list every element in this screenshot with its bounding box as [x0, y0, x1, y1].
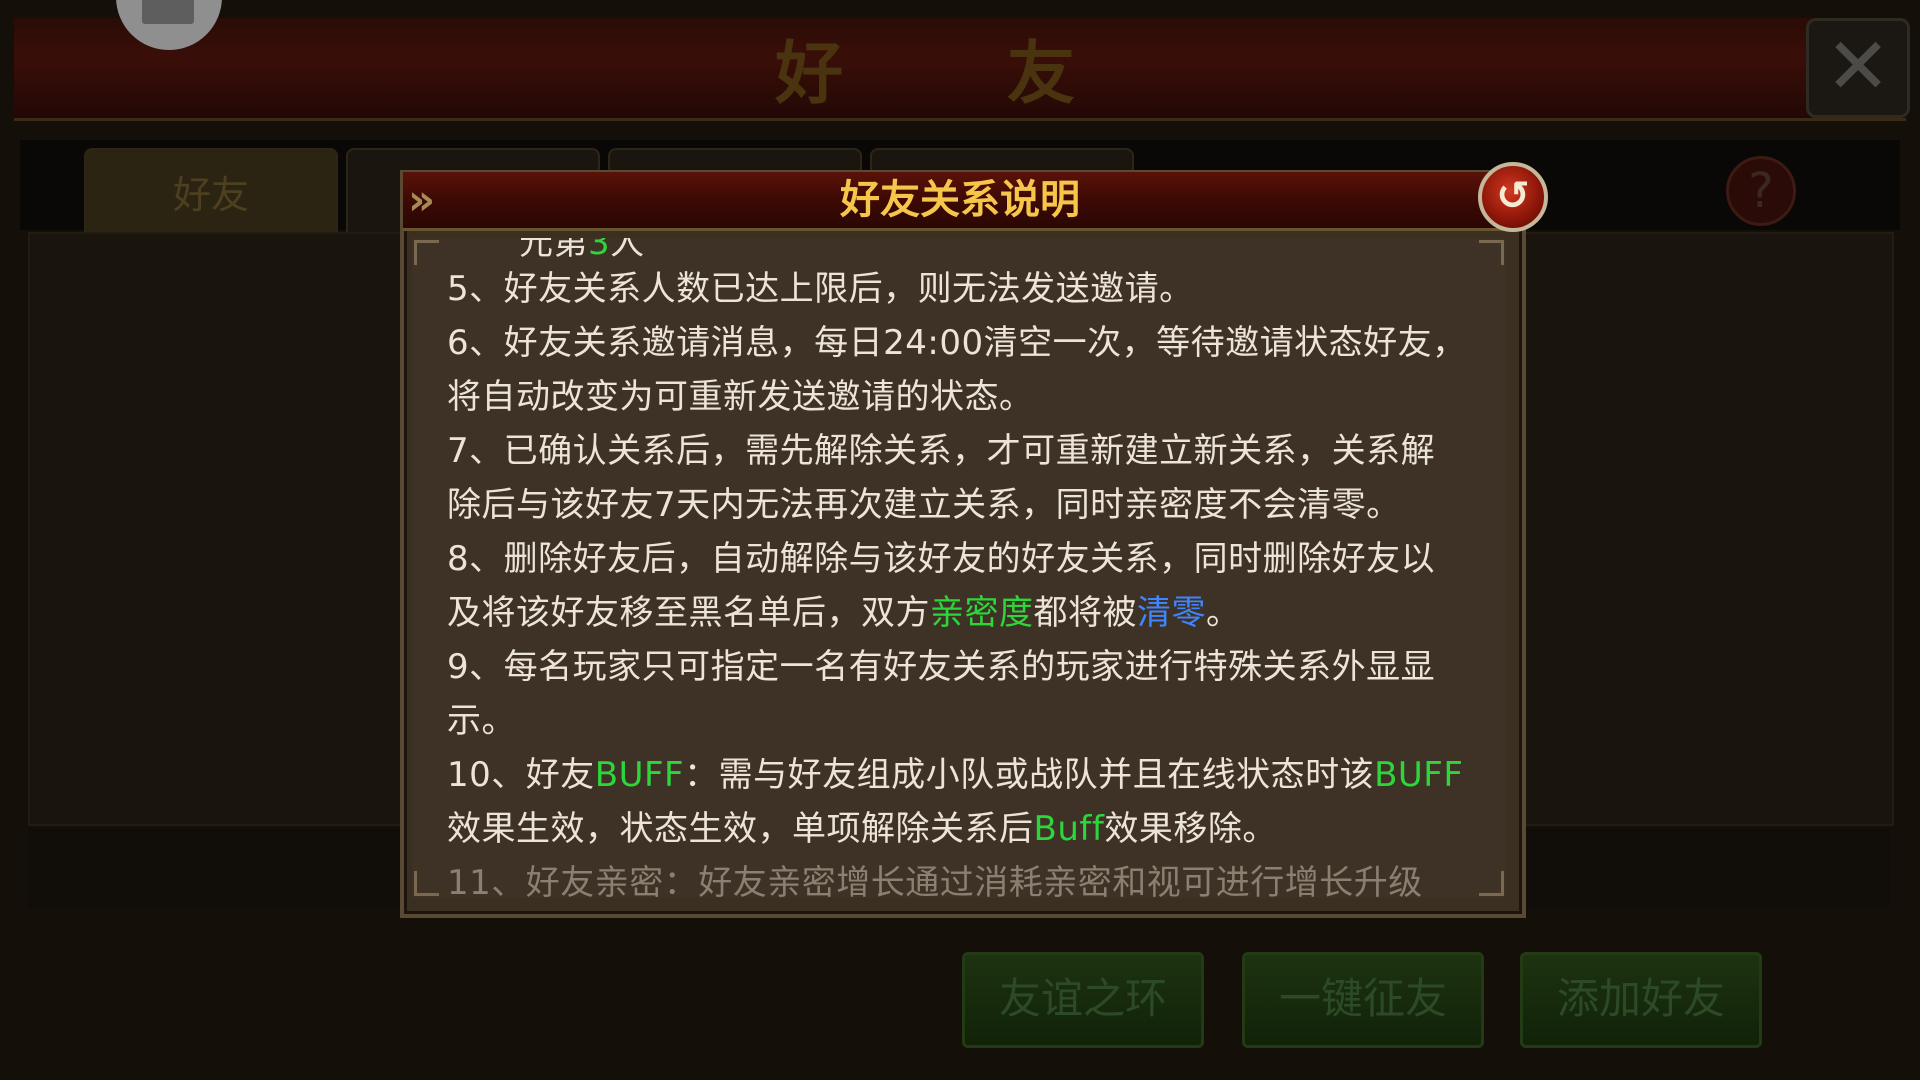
- friendship-ring-button[interactable]: 友谊之环: [962, 952, 1204, 1048]
- close-button[interactable]: ✕: [1806, 18, 1910, 118]
- rule-line: 9、每名玩家只可指定一名有好友关系的玩家进行特殊关系外显显: [447, 647, 1436, 687]
- rule-text: 效果移除。: [1104, 809, 1277, 849]
- rule-line: 效果生效，状态生效，单项解除关系后Buff效果移除。: [447, 802, 1506, 856]
- rule-line: 除后与该好友7天内无法再次建立关系，同时亲密度不会清零。: [447, 485, 1401, 525]
- rule-text: 元第: [519, 238, 588, 263]
- window-title: 好 友: [775, 34, 1145, 114]
- rules-text: 元第3人 5、好友关系人数已达上限后，则无法发送邀请。 6、好友关系邀请消息，每…: [447, 238, 1506, 898]
- corner-ornament: [414, 240, 439, 265]
- add-friend-button[interactable]: 添加好友: [1520, 952, 1762, 1048]
- buff-highlight: Buff: [1033, 809, 1105, 849]
- rule-text: 及将该好友移至黑名单后，双方: [447, 593, 930, 633]
- rule-line: 8、删除好友后，自动解除与该好友的好友关系，同时删除好友以: [447, 539, 1436, 579]
- back-button[interactable]: ↺: [1478, 162, 1548, 232]
- reset-highlight: 清零: [1137, 593, 1206, 633]
- buff-highlight: BUFF: [1374, 755, 1464, 795]
- rule-text: ：需与好友组成小队或战队并且在线状态时该: [684, 755, 1375, 795]
- rule-text: 10、好友: [447, 755, 595, 795]
- corner-ornament: [414, 871, 439, 896]
- puzzle-icon: [142, 0, 194, 24]
- rule-line: 及将该好友移至黑名单后，双方亲密度都将被清零。: [447, 586, 1506, 640]
- rule-line: 7、已确认关系后，需先解除关系，才可重新建立新关系，关系解: [447, 431, 1436, 471]
- rule-text: 都将被: [1033, 593, 1137, 633]
- rule-line: 示。: [447, 701, 516, 741]
- rule-line: 5、好友关系人数已达上限后，则无法发送邀请。: [447, 269, 1194, 309]
- rule-line: 6、好友关系邀请消息，每日24:00清空一次，等待邀请状态好友，: [447, 323, 1467, 363]
- rule-line-partial: 11、好友亲密：好友亲密增长通过消耗亲密和视可进行增长升级: [447, 863, 1423, 898]
- rule-highlight: 3: [588, 238, 611, 263]
- intimacy-highlight: 亲密度: [930, 593, 1034, 633]
- rule-text: 效果生效，状态生效，单项解除关系后: [447, 809, 1034, 849]
- rules-scroll-area[interactable]: 元第3人 5、好友关系人数已达上限后，则无法发送邀请。 6、好友关系邀请消息，每…: [412, 238, 1506, 898]
- one-click-recruit-button[interactable]: 一键征友: [1242, 952, 1484, 1048]
- buff-highlight: BUFF: [594, 755, 685, 795]
- rule-line: 10、好友BUFF：需与好友组成小队或战队并且在线状态时该BUFF: [447, 748, 1506, 802]
- rule-text: 。: [1206, 593, 1241, 633]
- dialog-title: 好友关系说明: [840, 177, 1080, 223]
- rule-line: 元第3人: [447, 238, 1506, 262]
- rule-line: 将自动改变为可重新发送邀请的状态。: [447, 377, 1034, 417]
- rule-text: 人: [610, 238, 645, 263]
